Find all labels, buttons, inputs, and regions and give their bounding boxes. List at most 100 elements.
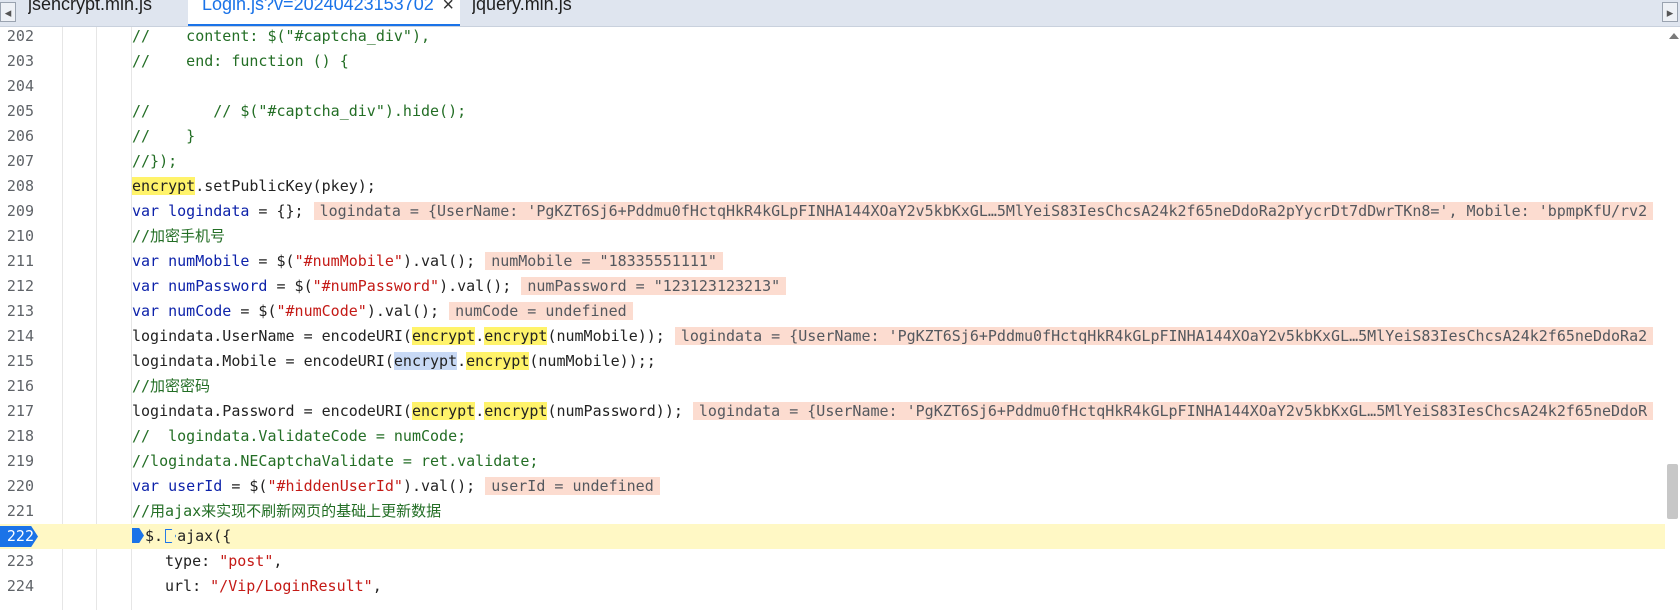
code-text[interactable]: logindata.Password = encodeURI(encrypt.e… (132, 399, 1654, 424)
line-number[interactable]: 224 (0, 574, 34, 599)
code-text[interactable]: var numPassword = $("#numPassword").val(… (132, 274, 787, 299)
code-token: = {}; (249, 202, 304, 220)
search-highlight: encrypt (484, 402, 548, 420)
code-line[interactable]: 220 var userId = $("#hiddenUserId").val()… (0, 474, 1665, 499)
code-line[interactable]: 219 //logindata.NECaptchaValidate = ret.v… (0, 449, 1665, 474)
code-text[interactable]: var logindata = {}; logindata = {UserName… (132, 199, 1654, 224)
scrollbar-thumb[interactable] (1667, 464, 1678, 519)
code-line[interactable]: 203 // end: function () { (0, 49, 1665, 74)
code-text[interactable]: //}); (132, 149, 177, 174)
code-line[interactable]: 224 url: "/Vip/LoginResult", (0, 574, 1665, 599)
line-number[interactable]: 207 (0, 149, 34, 174)
line-number[interactable]: 202 (0, 24, 34, 49)
line-number[interactable]: 211 (0, 249, 34, 274)
line-number[interactable]: 221 (0, 499, 34, 524)
code-token: (numMobile)); (547, 327, 665, 345)
inline-variable-value[interactable]: logindata = {UserName: 'PgKZT6Sj6+Pddmu0… (692, 402, 1654, 420)
code-text[interactable]: // content: $("#captcha_div"), (132, 24, 430, 49)
tab-jquery[interactable]: jquery.min.js (472, 0, 612, 26)
line-number[interactable]: 217 (0, 399, 34, 424)
code-text[interactable]: var userId = $("#hiddenUserId").val(); us… (132, 474, 660, 499)
inline-variable-value[interactable]: logindata = {UserName: 'PgKZT6Sj6+Pddmu0… (674, 327, 1654, 345)
code-line[interactable]: 217 logindata.Password = encodeURI(encryp… (0, 399, 1665, 424)
code-token: // end: function () { (132, 52, 349, 70)
line-number[interactable]: 219 (0, 449, 34, 474)
line-number[interactable]: 214 (0, 324, 34, 349)
code-line[interactable]: 204 (0, 74, 1665, 99)
line-number[interactable]: 223 (0, 549, 34, 574)
execution-pointer-icon[interactable] (132, 528, 144, 543)
line-number[interactable]: 216 (0, 374, 34, 399)
vertical-scrollbar[interactable] (1665, 27, 1680, 610)
close-tab-icon[interactable]: × (442, 0, 454, 15)
line-number[interactable]: 210 (0, 224, 34, 249)
code-line[interactable]: 205 // // $("#captcha_div").hide(); (0, 99, 1665, 124)
tab-jsencrypt[interactable]: jsencrypt.min.js (28, 0, 188, 26)
code-text[interactable]: // end: function () { (132, 49, 349, 74)
code-line[interactable]: 214 logindata.UserName = encodeURI(encryp… (0, 324, 1665, 349)
code-text[interactable]: var numCode = $("#numCode").val(); numCod… (132, 299, 633, 324)
code-token: "#numMobile" (294, 252, 403, 270)
code-text[interactable]: var numMobile = $("#numMobile").val(); nu… (132, 249, 723, 274)
code-text[interactable]: // logindata.ValidateCode = numCode; (132, 424, 466, 449)
line-number[interactable]: 218 (0, 424, 34, 449)
inline-variable-value[interactable]: numMobile = "18335551111" (485, 252, 723, 270)
code-text[interactable]: encrypt.setPublicKey(pkey); (132, 174, 376, 199)
line-number[interactable]: 206 (0, 124, 34, 149)
line-number[interactable]: 204 (0, 74, 34, 99)
code-token: ).val(); (402, 477, 476, 495)
code-line[interactable]: 212 var numPassword = $("#numPassword").v… (0, 274, 1665, 299)
code-token: "#hiddenUserId" (267, 477, 403, 495)
code-text[interactable]: $. ajax({ (132, 524, 231, 549)
code-token: . (457, 352, 467, 370)
code-text[interactable]: url: "/Vip/LoginResult", (165, 574, 382, 599)
line-number[interactable]: 220 (0, 474, 34, 499)
breakpoint-marker[interactable]: 222 (0, 526, 38, 547)
line-number[interactable]: 205 (0, 99, 34, 124)
code-text[interactable]: logindata.Mobile = encodeURI(encrypt.enc… (132, 349, 656, 374)
code-token: (numPassword)); (547, 402, 683, 420)
code-line[interactable]: 202 // content: $("#captcha_div"), (0, 24, 1665, 49)
code-line[interactable]: 221 //用ajax来实现不刷新网页的基础上更新数据 (0, 499, 1665, 524)
line-number[interactable]: 208 (0, 174, 34, 199)
code-text[interactable]: //用ajax来实现不刷新网页的基础上更新数据 (132, 499, 441, 524)
tab-scroll-left-icon[interactable]: ◂ (0, 2, 16, 22)
code-line[interactable]: 211 var numMobile = $("#numMobile").val()… (0, 249, 1665, 274)
code-text[interactable]: //logindata.NECaptchaValidate = ret.vali… (132, 449, 538, 474)
code-line[interactable]: 208 encrypt.setPublicKey(pkey); (0, 174, 1665, 199)
code-line[interactable]: 218 // logindata.ValidateCode = numCode; (0, 424, 1665, 449)
code-token: logindata.Mobile = encodeURI( (132, 352, 394, 370)
code-line[interactable]: 216 //加密密码 (0, 374, 1665, 399)
search-highlight: encrypt (411, 402, 476, 420)
line-number[interactable]: 212 (0, 274, 34, 299)
code-text[interactable]: // } (132, 124, 195, 149)
inline-variable-value[interactable]: logindata = {UserName: 'PgKZT6Sj6+Pddmu0… (313, 202, 1654, 220)
line-number[interactable]: 209 (0, 199, 34, 224)
line-number[interactable]: 215 (0, 349, 34, 374)
code-line[interactable]: 206 // } (0, 124, 1665, 149)
tab-label: jsencrypt.min.js (28, 0, 153, 14)
execution-pointer-icon[interactable] (165, 529, 177, 543)
code-text[interactable]: logindata.UserName = encodeURI(encrypt.e… (132, 324, 1654, 349)
line-number[interactable]: 213 (0, 299, 34, 324)
code-line[interactable]: 213 var numCode = $("#numCode").val(); num… (0, 299, 1665, 324)
code-text[interactable]: // // $("#captcha_div").hide(); (132, 99, 466, 124)
scroll-up-icon[interactable] (1669, 33, 1679, 39)
code-text[interactable]: type: "post", (165, 549, 282, 574)
editor-tab-bar: ◂ jsencrypt.min.js Login.js?v=2024042315… (0, 0, 1680, 27)
code-line[interactable]: 223 type: "post", (0, 549, 1665, 574)
inline-variable-value[interactable]: numPassword = "123123123213" (521, 277, 787, 295)
line-number[interactable]: 203 (0, 49, 34, 74)
code-line[interactable]: 207 //}); (0, 149, 1665, 174)
inline-variable-value[interactable]: userId = undefined (485, 477, 660, 495)
code-text[interactable]: //加密密码 (132, 374, 210, 399)
code-text[interactable]: //加密手机号 (132, 224, 225, 249)
code-line[interactable]: 209 var logindata = {}; logindata = {UserN… (0, 199, 1665, 224)
tab-scroll-right-icon[interactable]: ▸ (1662, 2, 1678, 22)
code-line[interactable]: 215 logindata.Mobile = encodeURI(encrypt.… (0, 349, 1665, 374)
tab-login-js[interactable]: Login.js?v=20240423153702 × (188, 0, 460, 26)
inline-variable-value[interactable]: numCode = undefined (449, 302, 633, 320)
current-execution-line[interactable]: 222 $. ajax({ (0, 524, 1665, 549)
code-editor[interactable]: 202 // content: $("#captcha_div"), 203 // e… (0, 27, 1680, 610)
code-line[interactable]: 210 //加密手机号 (0, 224, 1665, 249)
